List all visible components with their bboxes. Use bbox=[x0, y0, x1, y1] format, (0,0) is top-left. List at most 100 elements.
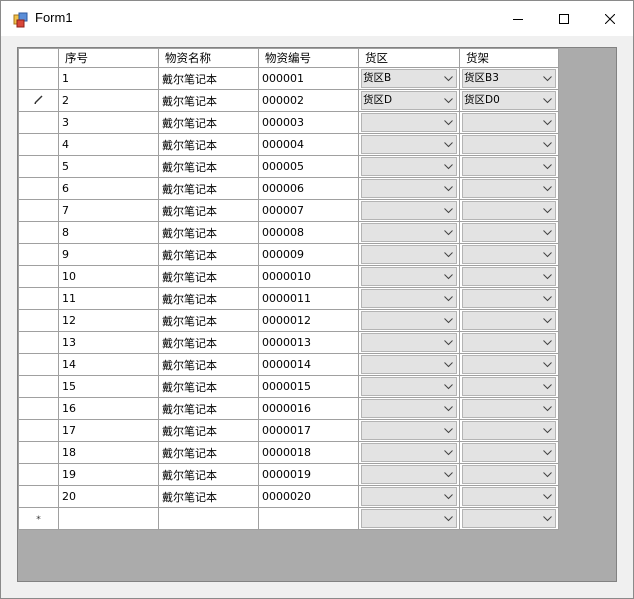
chevron-down-icon[interactable] bbox=[540, 202, 555, 219]
area-combobox[interactable] bbox=[361, 421, 457, 440]
chevron-down-icon[interactable] bbox=[441, 378, 456, 395]
table-row[interactable]: 7 戴尔笔记本 000007 bbox=[18, 199, 559, 222]
area-combobox[interactable] bbox=[361, 355, 457, 374]
cell-name[interactable]: 戴尔笔记本 bbox=[158, 67, 259, 90]
cell-name[interactable]: 戴尔笔记本 bbox=[158, 287, 259, 310]
table-row[interactable]: 8 戴尔笔记本 000008 bbox=[18, 221, 559, 244]
row-header[interactable] bbox=[18, 221, 59, 244]
new-row-header[interactable]: * bbox=[18, 507, 59, 530]
chevron-down-icon[interactable] bbox=[540, 158, 555, 175]
chevron-down-icon[interactable] bbox=[540, 510, 555, 527]
shelf-combobox[interactable] bbox=[462, 201, 556, 220]
cell-shelf[interactable] bbox=[459, 177, 559, 200]
area-combobox[interactable] bbox=[361, 113, 457, 132]
column-header-code[interactable]: 物资编号 bbox=[258, 48, 359, 68]
row-header[interactable] bbox=[18, 441, 59, 464]
chevron-down-icon[interactable] bbox=[540, 224, 555, 241]
cell-name[interactable]: 戴尔笔记本 bbox=[158, 221, 259, 244]
cell-shelf[interactable] bbox=[459, 309, 559, 332]
chevron-down-icon[interactable] bbox=[441, 466, 456, 483]
cell-name[interactable]: 戴尔笔记本 bbox=[158, 419, 259, 442]
cell-code[interactable]: 0000012 bbox=[258, 309, 359, 332]
chevron-down-icon[interactable] bbox=[540, 334, 555, 351]
cell-code[interactable]: 0000016 bbox=[258, 397, 359, 420]
shelf-combobox[interactable] bbox=[462, 487, 556, 506]
chevron-down-icon[interactable] bbox=[441, 268, 456, 285]
column-header-shelf[interactable]: 货架 bbox=[459, 48, 559, 68]
area-combobox[interactable] bbox=[361, 267, 457, 286]
cell-code[interactable]: 0000019 bbox=[258, 463, 359, 486]
chevron-down-icon[interactable] bbox=[441, 356, 456, 373]
area-combobox[interactable] bbox=[361, 179, 457, 198]
cell-shelf[interactable] bbox=[459, 243, 559, 266]
row-header[interactable] bbox=[18, 331, 59, 354]
row-header[interactable] bbox=[18, 397, 59, 420]
chevron-down-icon[interactable] bbox=[540, 70, 555, 87]
chevron-down-icon[interactable] bbox=[441, 114, 456, 131]
row-header[interactable] bbox=[18, 199, 59, 222]
chevron-down-icon[interactable] bbox=[540, 290, 555, 307]
chevron-down-icon[interactable] bbox=[540, 356, 555, 373]
chevron-down-icon[interactable] bbox=[540, 488, 555, 505]
cell-shelf[interactable] bbox=[459, 485, 559, 508]
cell-code[interactable]: 000007 bbox=[258, 199, 359, 222]
cell-area[interactable] bbox=[358, 133, 460, 156]
table-row[interactable]: 12 戴尔笔记本 0000012 bbox=[18, 309, 559, 332]
cell-no[interactable]: 6 bbox=[58, 177, 159, 200]
cell-name[interactable]: 戴尔笔记本 bbox=[158, 441, 259, 464]
table-row[interactable]: 13 戴尔笔记本 0000013 bbox=[18, 331, 559, 354]
row-header[interactable] bbox=[18, 419, 59, 442]
cell-name[interactable]: 戴尔笔记本 bbox=[158, 89, 259, 112]
cell-no[interactable]: 20 bbox=[58, 485, 159, 508]
chevron-down-icon[interactable] bbox=[540, 136, 555, 153]
table-row[interactable]: 9 戴尔笔记本 000009 bbox=[18, 243, 559, 266]
table-row[interactable]: 16 戴尔笔记本 0000016 bbox=[18, 397, 559, 420]
row-header[interactable] bbox=[18, 287, 59, 310]
title-bar[interactable]: Form1 bbox=[1, 1, 633, 36]
shelf-combobox[interactable] bbox=[462, 333, 556, 352]
chevron-down-icon[interactable] bbox=[441, 136, 456, 153]
cell-shelf[interactable] bbox=[459, 287, 559, 310]
chevron-down-icon[interactable] bbox=[441, 488, 456, 505]
table-row[interactable]: 1 戴尔笔记本 000001 货区B 货区B3 bbox=[18, 67, 559, 90]
data-grid-view[interactable]: 序号 物资名称 物资编号 货区 货架 1 戴尔笔记本 000001 货区B 货区… bbox=[17, 47, 617, 582]
cell-shelf[interactable]: 货区D0 bbox=[459, 89, 559, 112]
cell-area[interactable] bbox=[358, 221, 460, 244]
cell-code[interactable]: 000009 bbox=[258, 243, 359, 266]
area-combobox[interactable] bbox=[361, 135, 457, 154]
cell-shelf[interactable] bbox=[459, 397, 559, 420]
chevron-down-icon[interactable] bbox=[441, 92, 456, 109]
area-combobox[interactable] bbox=[361, 157, 457, 176]
cell-area[interactable] bbox=[358, 463, 460, 486]
cell-code[interactable]: 000003 bbox=[258, 111, 359, 134]
cell-area[interactable] bbox=[358, 199, 460, 222]
area-combobox[interactable] bbox=[361, 443, 457, 462]
cell-shelf[interactable] bbox=[459, 463, 559, 486]
table-row[interactable]: 19 戴尔笔记本 0000019 bbox=[18, 463, 559, 486]
top-left-header-cell[interactable] bbox=[18, 48, 59, 68]
new-cell-shelf[interactable] bbox=[459, 507, 559, 530]
chevron-down-icon[interactable] bbox=[441, 202, 456, 219]
cell-code[interactable]: 0000010 bbox=[258, 265, 359, 288]
area-combobox[interactable]: 货区D bbox=[361, 91, 457, 110]
cell-no[interactable]: 5 bbox=[58, 155, 159, 178]
chevron-down-icon[interactable] bbox=[540, 312, 555, 329]
cell-area[interactable]: 货区B bbox=[358, 67, 460, 90]
cell-name[interactable]: 戴尔笔记本 bbox=[158, 485, 259, 508]
shelf-combobox[interactable]: 货区B3 bbox=[462, 69, 556, 88]
row-header[interactable] bbox=[18, 353, 59, 376]
cell-code[interactable]: 000002 bbox=[258, 89, 359, 112]
cell-name[interactable]: 戴尔笔记本 bbox=[158, 111, 259, 134]
cell-no[interactable]: 15 bbox=[58, 375, 159, 398]
row-header[interactable] bbox=[18, 309, 59, 332]
chevron-down-icon[interactable] bbox=[540, 180, 555, 197]
shelf-combobox[interactable] bbox=[462, 377, 556, 396]
cell-name[interactable]: 戴尔笔记本 bbox=[158, 331, 259, 354]
cell-code[interactable]: 0000013 bbox=[258, 331, 359, 354]
new-cell-code[interactable] bbox=[258, 507, 359, 530]
cell-code[interactable]: 000008 bbox=[258, 221, 359, 244]
cell-shelf[interactable] bbox=[459, 155, 559, 178]
shelf-combobox[interactable] bbox=[462, 355, 556, 374]
cell-no[interactable]: 13 bbox=[58, 331, 159, 354]
row-header[interactable] bbox=[18, 485, 59, 508]
